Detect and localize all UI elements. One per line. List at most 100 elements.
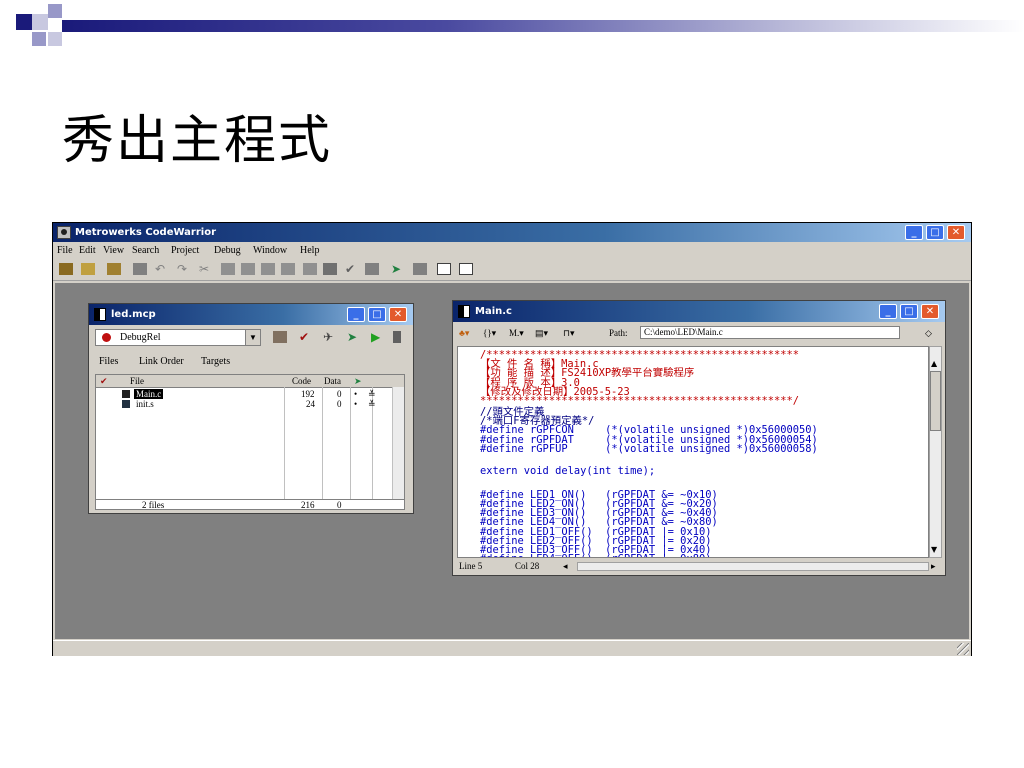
debug-icon[interactable]: ➤ xyxy=(391,263,405,275)
save-icon[interactable] xyxy=(133,263,147,275)
target-select[interactable]: DebugRel ▼ xyxy=(95,329,261,346)
sync-icon[interactable]: ✔ xyxy=(299,331,313,343)
file-menu-icon[interactable]: ≚ xyxy=(368,399,376,409)
project-title-bar[interactable]: led.mcp _ □ ✕ xyxy=(89,304,413,325)
scroll-down-icon[interactable]: ▼ xyxy=(931,545,937,554)
menu-file[interactable]: File xyxy=(57,243,73,259)
deco-square-light xyxy=(32,14,48,30)
redo-icon[interactable]: ↷ xyxy=(177,263,191,275)
code-line: extern void delay(int time); xyxy=(480,464,656,477)
code-line: #define LED4_OFF() (rGPFDAT |= 0x80) xyxy=(480,554,711,557)
undo-icon[interactable]: ↶ xyxy=(155,263,169,275)
document-settings-icon[interactable]: ▤▾ xyxy=(535,324,548,342)
menu-debug[interactable]: Debug xyxy=(214,243,241,259)
project-window: led.mcp _ □ ✕ DebugRel ▼ ✔ ✈ ➤ ▶ Files L… xyxy=(88,303,414,514)
project-file-icon xyxy=(94,308,106,321)
vcs-icon[interactable]: ⊓▾ xyxy=(563,324,575,342)
deco-square-navy xyxy=(16,14,32,30)
header-bar xyxy=(62,20,1024,32)
column-file[interactable]: File xyxy=(130,375,144,387)
settings-icon[interactable] xyxy=(273,331,287,343)
functions-icon[interactable]: {}▾ xyxy=(483,324,496,342)
editor-toolbar: ♣▾ {}▾ M.▾ ▤▾ ⊓▾ Path: C:\demo\LED\Main.… xyxy=(457,324,941,342)
resize-grip-icon[interactable] xyxy=(957,643,969,655)
scroll-thumb[interactable] xyxy=(930,371,941,431)
tab-files[interactable]: Files xyxy=(99,354,118,370)
menu-bar: File Edit View Search Project Debug Wind… xyxy=(53,243,971,259)
maximize-icon[interactable]: □ xyxy=(900,304,918,319)
compare-icon[interactable] xyxy=(303,263,317,275)
column-code[interactable]: Code xyxy=(292,375,311,387)
maximize-icon[interactable]: □ xyxy=(368,307,386,322)
browser-icon[interactable] xyxy=(437,263,451,275)
file-list-footer: 2 files 216 0 xyxy=(96,499,404,511)
codewarrior-app-icon xyxy=(57,226,71,239)
total-code: 216 xyxy=(301,500,315,510)
menu-help[interactable]: Help xyxy=(300,243,319,259)
file-menu-icon[interactable]: ≚ xyxy=(368,389,376,399)
close-icon[interactable]: ✕ xyxy=(389,307,407,322)
menu-project[interactable]: Project xyxy=(171,243,199,259)
check-syntax-icon[interactable]: ✔ xyxy=(345,263,359,275)
make-icon[interactable] xyxy=(365,263,379,275)
scroll-left-icon[interactable]: ◂ xyxy=(563,560,568,573)
column-data[interactable]: Data xyxy=(324,375,341,387)
main-toolbar: ↶ ↷ ✂ ✔ ➤ xyxy=(53,260,971,281)
code-area[interactable]: /***************************************… xyxy=(457,346,929,558)
list-icon[interactable] xyxy=(323,263,337,275)
code-line: #define rGPFUP (*(volatile unsigned *)0x… xyxy=(480,442,818,455)
minimize-icon[interactable]: _ xyxy=(905,225,923,240)
replace-icon[interactable] xyxy=(281,263,295,275)
file-data: 0 xyxy=(337,399,342,409)
scroll-up-icon[interactable]: ▲ xyxy=(931,359,937,368)
path-field: C:\demo\LED\Main.c xyxy=(640,326,900,339)
editor-window: Main.c _ □ ✕ ♣▾ {}▾ M.▾ ▤▾ ⊓▾ Path: C:\d… xyxy=(452,300,946,576)
tab-link-order[interactable]: Link Order xyxy=(139,354,184,370)
editor-title-bar[interactable]: Main.c _ □ ✕ xyxy=(453,301,945,322)
h-scrollbar[interactable] xyxy=(577,562,929,571)
minimize-icon[interactable]: _ xyxy=(347,307,365,322)
path-label: Path: xyxy=(609,328,628,338)
file-name: init.s xyxy=(136,399,154,409)
new-project-icon[interactable] xyxy=(59,263,73,275)
maximize-icon[interactable]: □ xyxy=(926,225,944,240)
make-icon[interactable]: ✈ xyxy=(323,331,337,343)
line-indicator: Line 5 xyxy=(459,561,483,571)
close-icon[interactable]: ✕ xyxy=(921,304,939,319)
diamond-icon[interactable]: ◇ xyxy=(925,324,932,342)
app-title: Metrowerks CodeWarrior xyxy=(75,227,217,238)
menu-search[interactable]: Search xyxy=(132,243,159,259)
inspector-icon[interactable] xyxy=(393,331,401,343)
run-icon[interactable]: ▶ xyxy=(371,331,385,343)
editor-scrollbar[interactable]: ▲ ▼ xyxy=(929,346,942,558)
file-debug-dot[interactable]: • xyxy=(354,399,357,409)
chevron-down-icon[interactable]: ▼ xyxy=(245,330,260,345)
file-list: ✔ File Code Data ➤ Main.c 192 0 • ≚ init… xyxy=(95,374,405,510)
catalog-icon[interactable] xyxy=(459,263,473,275)
cut-icon[interactable]: ✂ xyxy=(199,263,213,275)
asm-file-icon xyxy=(122,400,130,408)
copy-icon[interactable] xyxy=(221,263,235,275)
menu-window[interactable]: Window xyxy=(253,243,287,259)
find-icon[interactable] xyxy=(261,263,275,275)
markers-icon[interactable]: M.▾ xyxy=(509,324,524,342)
app-title-bar[interactable]: Metrowerks CodeWarrior _ □ ✕ xyxy=(53,223,971,242)
file-code: 192 xyxy=(301,389,315,399)
file-row[interactable]: init.s 24 0 • ≚ xyxy=(96,399,396,409)
minimize-icon[interactable]: _ xyxy=(879,304,897,319)
menu-edit[interactable]: Edit xyxy=(79,243,96,259)
open-icon[interactable] xyxy=(81,263,95,275)
close-icon[interactable]: ✕ xyxy=(947,225,965,240)
run-icon[interactable] xyxy=(413,263,427,275)
paste-icon[interactable] xyxy=(241,263,255,275)
file-debug-dot[interactable]: • xyxy=(354,389,357,399)
debug-icon[interactable]: ➤ xyxy=(347,331,361,343)
scroll-right-icon[interactable]: ▸ xyxy=(931,560,936,573)
tab-targets[interactable]: Targets xyxy=(201,354,230,370)
file-list-scrollbar[interactable] xyxy=(392,387,404,499)
open-folder-icon[interactable] xyxy=(107,263,121,275)
menu-view[interactable]: View xyxy=(103,243,124,259)
file-row[interactable]: Main.c 192 0 • ≚ xyxy=(96,389,396,399)
app-status-bar xyxy=(53,640,971,656)
header-files-icon[interactable]: ♣▾ xyxy=(459,324,469,342)
